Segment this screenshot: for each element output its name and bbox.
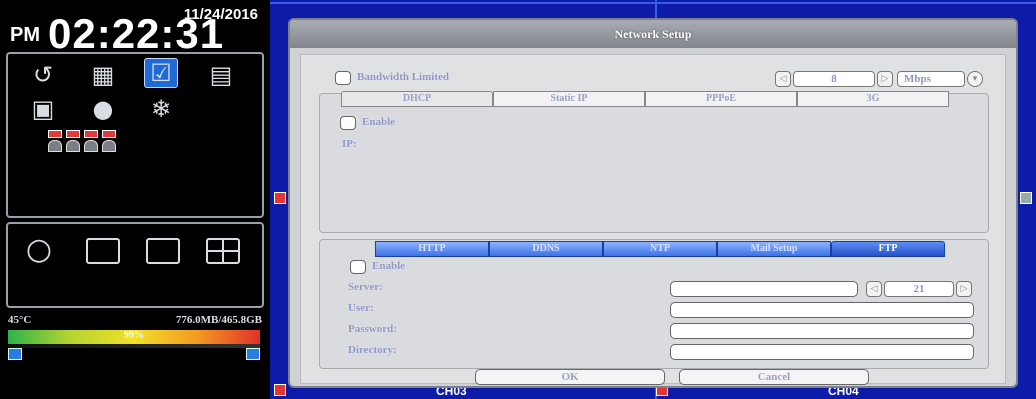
- dialog-body: Bandwidth Limited ◁ 8 ▷ Mbps ▾ Enable IP…: [300, 54, 1006, 385]
- calendar-search-icon[interactable]: ▤: [204, 60, 238, 90]
- playback-icon[interactable]: ↺: [26, 60, 60, 90]
- bandwidth-decrease-button[interactable]: ◁: [775, 71, 791, 87]
- cancel-button[interactable]: Cancel: [679, 369, 869, 385]
- log-search-icon[interactable]: ▣: [26, 94, 60, 124]
- bandwidth-value[interactable]: 8: [793, 71, 875, 87]
- system-status: 45°C 776.0MB/465.8GB: [0, 312, 270, 332]
- ftp-enable-checkbox[interactable]: [350, 260, 366, 274]
- camera-status-icon: [102, 130, 116, 152]
- tab-pppoe[interactable]: PPPoE: [645, 91, 797, 107]
- connection-enable-label: Enable: [362, 116, 396, 128]
- network-setup-dialog: Network Setup Bandwidth Limited ◁ 8 ▷ Mb…: [288, 18, 1018, 388]
- layout-panel: ○: [6, 222, 264, 308]
- tab-mail-setup[interactable]: Mail Setup: [717, 241, 831, 257]
- port-increase-button[interactable]: ▷: [956, 281, 972, 297]
- record-icon: [274, 192, 286, 204]
- bandwidth-increase-button[interactable]: ▷: [877, 71, 893, 87]
- webcam-icon[interactable]: ●: [86, 94, 120, 124]
- disk-percent: 99%: [124, 330, 144, 341]
- clock-time: 02:22:31: [48, 10, 225, 57]
- connection-enable-checkbox[interactable]: [340, 116, 356, 130]
- ftp-enable-label: Enable: [372, 260, 406, 272]
- disk-usage-bar: 99%: [8, 330, 260, 344]
- tab-3g[interactable]: 3G: [797, 91, 949, 107]
- ok-button[interactable]: OK: [475, 369, 665, 385]
- pip-layout-icon[interactable]: [86, 238, 120, 264]
- bandwidth-unit-select[interactable]: Mbps: [897, 71, 965, 87]
- password-input[interactable]: [670, 323, 974, 339]
- dialog-title: Network Setup: [290, 20, 1016, 48]
- password-label: Password:: [348, 323, 397, 335]
- clock-ampm: PM: [10, 24, 40, 46]
- camera-status-icon: [66, 130, 80, 152]
- port-value[interactable]: 21: [884, 281, 954, 297]
- disk-usage: 776.0MB/465.8GB: [175, 314, 262, 326]
- setup-icon[interactable]: ☑: [144, 58, 178, 88]
- dvr-screen: 11/24/2016 PM 02:22:31 ↺ ▦ ☑ ▤ ▣ ● ❄ ○ 4…: [0, 0, 1036, 399]
- left-control-panel: 11/24/2016 PM 02:22:31 ↺ ▦ ☑ ▤ ▣ ● ❄ ○ 4…: [0, 0, 270, 399]
- bandwidth-limited-label: Bandwidth Limited: [357, 71, 449, 83]
- directory-input[interactable]: [670, 344, 974, 360]
- freeze-icon[interactable]: ❄: [144, 94, 178, 124]
- chevron-down-icon[interactable]: ▾: [967, 71, 983, 87]
- user-input[interactable]: [670, 302, 974, 318]
- clock: 11/24/2016 PM 02:22:31: [4, 4, 266, 56]
- folder-icon[interactable]: ▦: [86, 60, 120, 90]
- bandwidth-limited-checkbox[interactable]: [335, 71, 351, 85]
- server-input[interactable]: [670, 281, 858, 297]
- tab-ftp[interactable]: FTP: [831, 241, 945, 257]
- split-line: [270, 2, 1036, 4]
- tab-ddns[interactable]: DDNS: [489, 241, 603, 257]
- tab-static-ip[interactable]: Static IP: [493, 91, 645, 107]
- camera-status-icon: [48, 130, 62, 152]
- services-panel: Enable Server: ◁ 21 ▷ User: Password: Di…: [319, 239, 989, 369]
- network-status-icon: [8, 348, 22, 360]
- tab-ntp[interactable]: NTP: [603, 241, 717, 257]
- port-decrease-button[interactable]: ◁: [866, 281, 882, 297]
- server-label: Server:: [348, 281, 383, 293]
- tab-dhcp[interactable]: DHCP: [341, 91, 493, 107]
- user-label: User:: [348, 302, 374, 314]
- disk-bar-shadow: [8, 344, 260, 348]
- service-tabs: HTTP DDNS NTP Mail Setup FTP: [375, 241, 945, 257]
- record-icon: [274, 384, 286, 396]
- quad-layout-icon[interactable]: [206, 238, 240, 264]
- tab-http[interactable]: HTTP: [375, 241, 489, 257]
- temperature: 45°C: [8, 314, 32, 326]
- ip-label: IP:: [342, 138, 357, 150]
- directory-label: Directory:: [348, 344, 397, 356]
- connection-panel: Enable IP:: [319, 93, 989, 233]
- connection-tabs: DHCP Static IP PPPoE 3G: [341, 91, 949, 107]
- arrow-left-icon[interactable]: [1020, 192, 1032, 204]
- user-icon[interactable]: [246, 348, 260, 360]
- single-layout-icon[interactable]: [146, 238, 180, 264]
- function-icon-panel: ↺ ▦ ☑ ▤ ▣ ● ❄: [6, 52, 264, 218]
- camera-status-icon: [84, 130, 98, 152]
- zoom-icon[interactable]: ○: [22, 232, 56, 267]
